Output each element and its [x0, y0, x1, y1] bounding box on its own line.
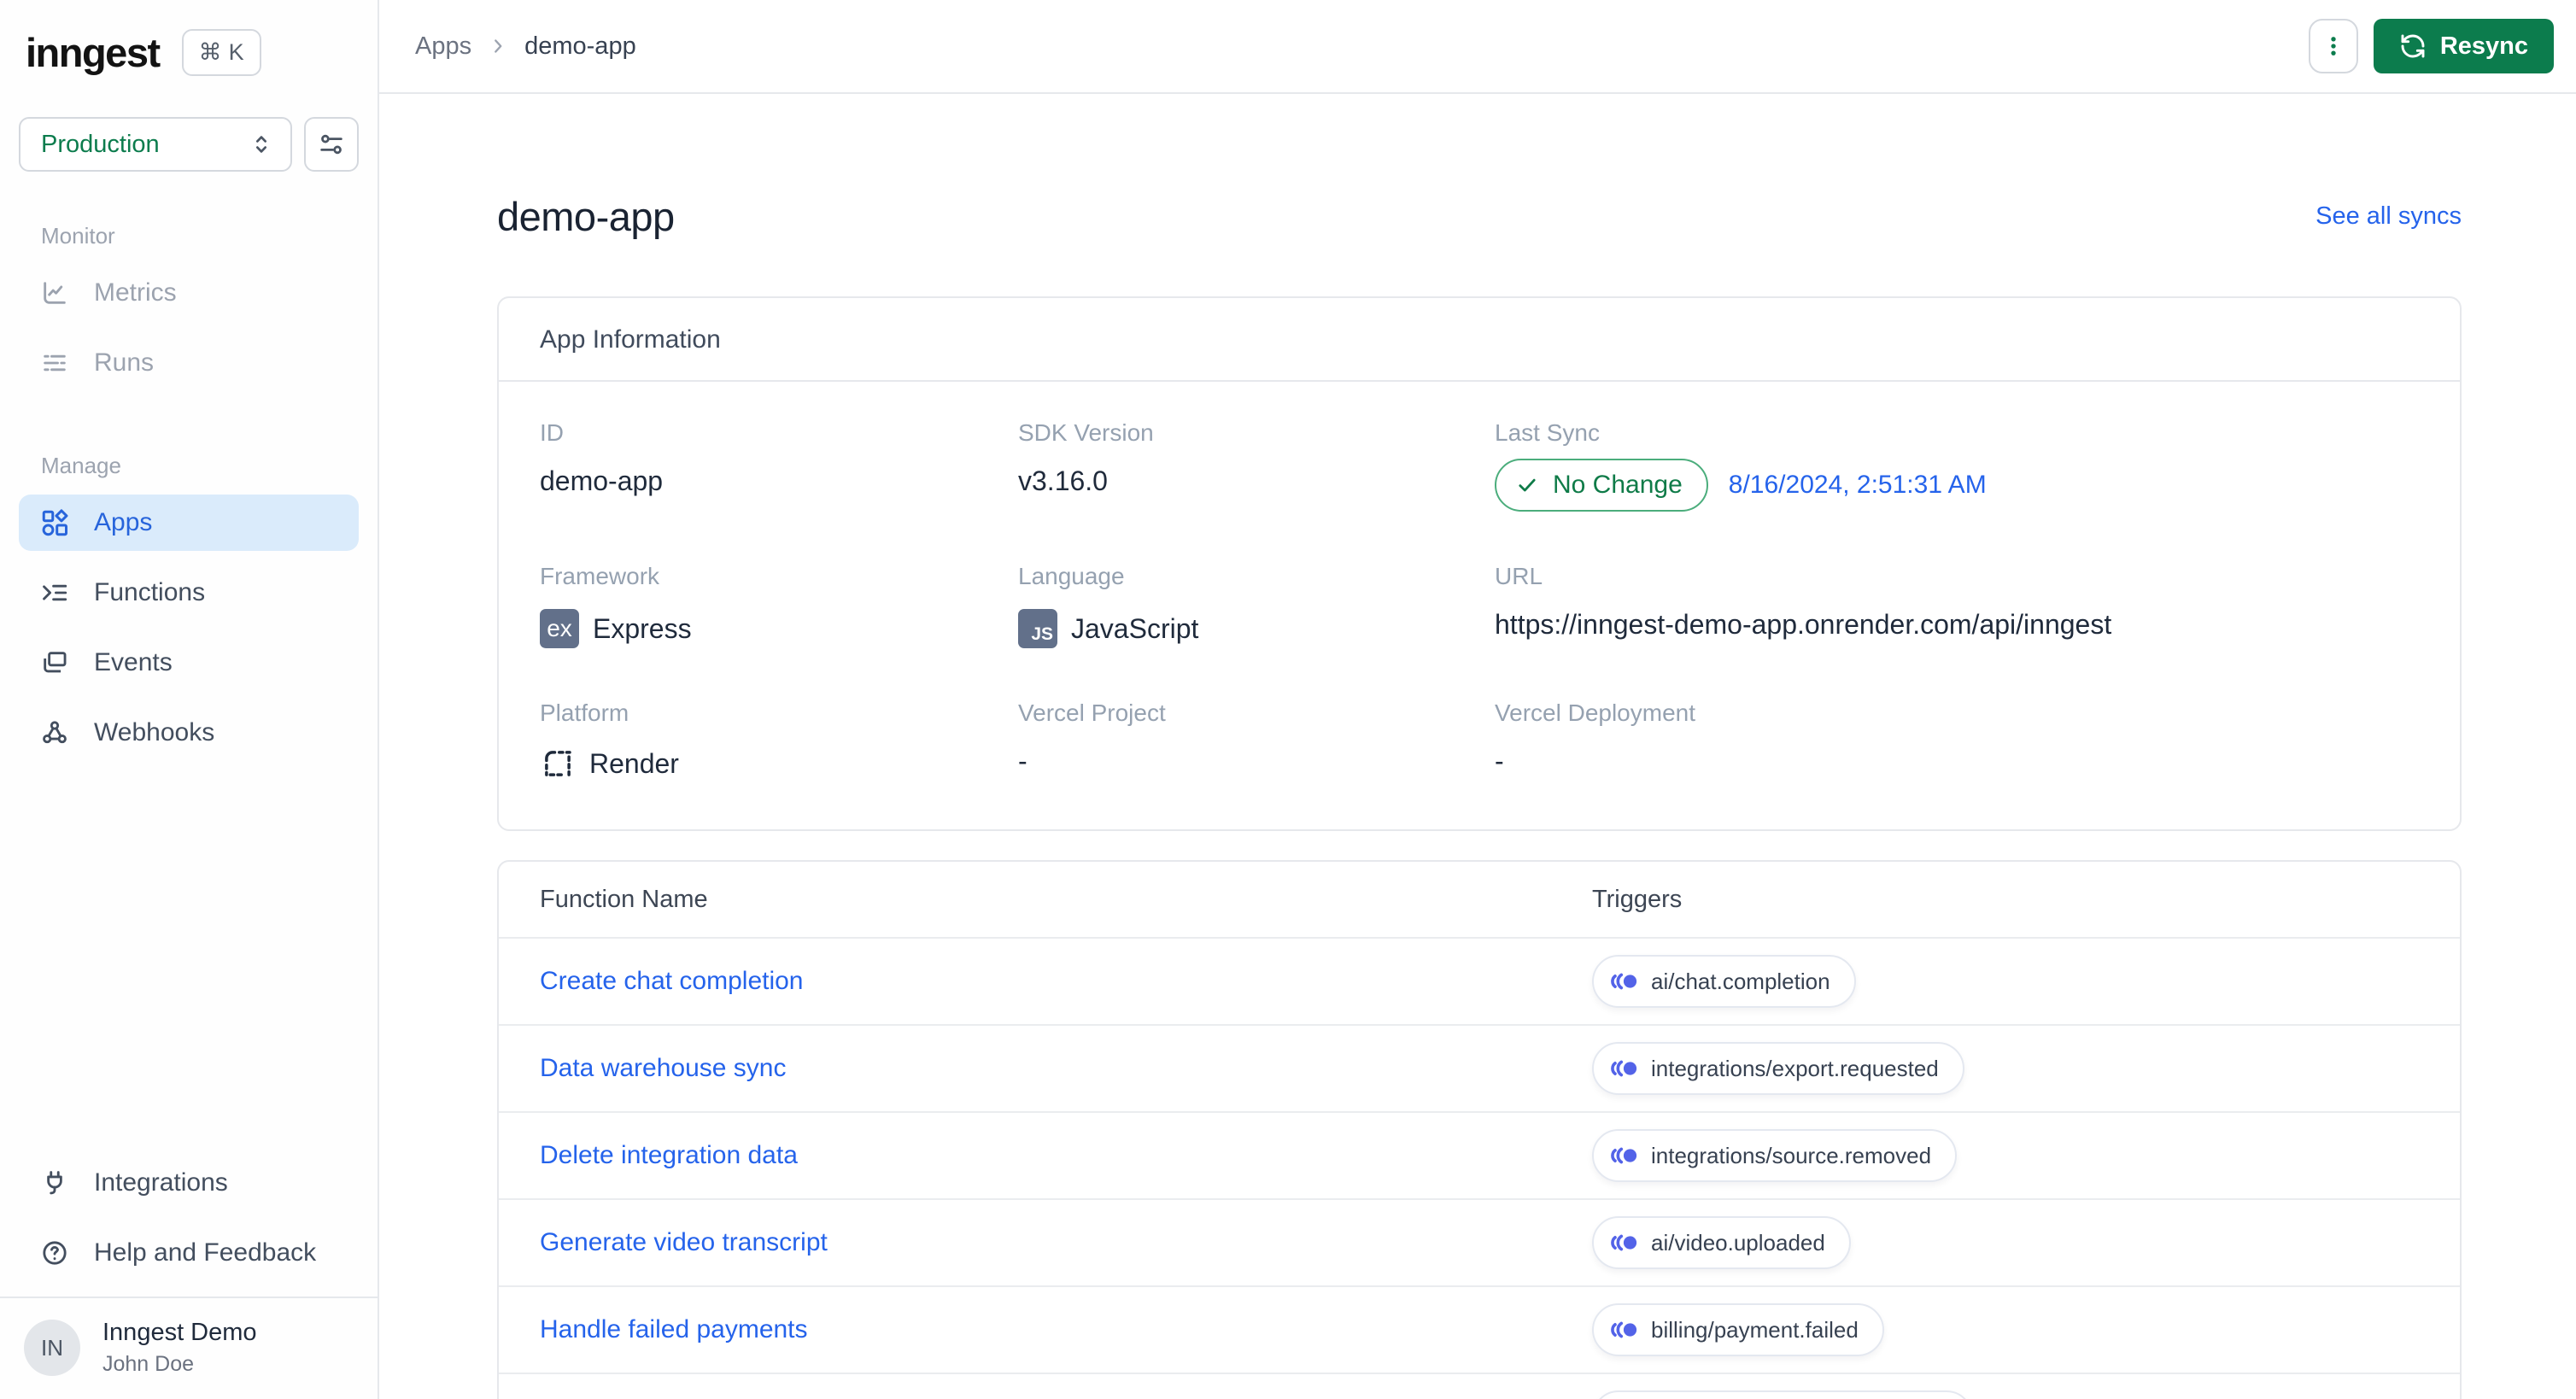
last-sync-date-link[interactable]: 8/16/2024, 2:51:31 AM: [1729, 471, 1987, 500]
page-title: demo-app: [497, 194, 675, 239]
field-url: URL https://inngest-demo-app.onrender.co…: [1495, 563, 2112, 640]
content-scroll-area[interactable]: demo-app See all syncs App Information I…: [379, 94, 2576, 1399]
event-trigger-icon: [1611, 1060, 1637, 1077]
main-area: Apps demo-app Resync demo-app See all sy…: [379, 0, 2576, 1399]
sidebar-item-integrations[interactable]: Integrations: [19, 1155, 359, 1211]
sidebar-item-runs[interactable]: Runs: [19, 335, 359, 391]
trigger-badge: integrations/export.requested: [1592, 1042, 1964, 1095]
runs-list-icon: [39, 348, 70, 378]
column-function-name: Function Name: [540, 885, 708, 913]
app-information-title: App Information: [499, 298, 2460, 382]
sidebar-item-help[interactable]: Help and Feedback: [19, 1225, 359, 1281]
field-framework: Framework ex Express: [540, 563, 1018, 648]
trigger-badge: integrations/source.connected: [1592, 1390, 1973, 1399]
environment-value: Production: [41, 130, 160, 158]
field-platform: Platform Render: [540, 700, 1018, 781]
function-link[interactable]: Data warehouse sync: [540, 1054, 1592, 1083]
command-icon: ⌘: [198, 39, 222, 65]
event-trigger-icon: [1611, 1147, 1637, 1164]
event-trigger-icon: [1611, 1234, 1637, 1251]
sidebar: inngest ⌘ K Production Monitor Metrics R…: [0, 0, 379, 1399]
function-link[interactable]: Create chat completion: [540, 967, 1592, 996]
chevron-up-down-icon: [248, 131, 275, 158]
field-vercel-deployment: Vercel Deployment -: [1495, 700, 1696, 776]
express-icon: ex: [540, 609, 579, 648]
breadcrumb: Apps demo-app: [415, 32, 636, 61]
function-link[interactable]: Generate video transcript: [540, 1228, 1592, 1257]
command-k-shortcut[interactable]: ⌘ K: [181, 29, 261, 76]
table-row: Delete integration data integrations/sou…: [499, 1111, 2460, 1198]
user-menu[interactable]: IN Inngest Demo John Doe: [19, 1298, 359, 1399]
check-icon: [1515, 473, 1539, 497]
field-vercel-project: Vercel Project -: [1018, 700, 1166, 776]
functions-table-header: Function Name Triggers: [499, 862, 2460, 937]
sidebar-item-webhooks[interactable]: Webhooks: [19, 705, 359, 761]
column-triggers: Triggers: [1592, 885, 1683, 913]
sidebar-section-monitor: Monitor: [41, 223, 115, 249]
sidebar-section-manage: Manage: [41, 453, 121, 478]
functions-icon: [39, 577, 70, 608]
field-sdk-version: SDK Version v3.16.0: [1018, 419, 1154, 496]
event-trigger-icon: [1611, 1321, 1637, 1338]
brand-row: inngest ⌘ K: [19, 29, 359, 76]
line-chart-icon: [39, 278, 70, 308]
topbar: Apps demo-app Resync: [379, 0, 2576, 94]
no-change-badge: No Change: [1495, 459, 1708, 512]
resync-icon: [2399, 32, 2427, 60]
trigger-badge: ai/video.uploaded: [1592, 1216, 1851, 1269]
javascript-icon: JS: [1018, 609, 1057, 648]
app-information-card: App Information ID demo-app SDK Version …: [497, 296, 2462, 831]
resync-button[interactable]: Resync: [2373, 19, 2554, 73]
user-name: John Doe: [102, 1352, 195, 1376]
sliders-icon: [317, 130, 346, 159]
breadcrumb-apps[interactable]: Apps: [415, 32, 471, 61]
table-row: Data warehouse sync integrations/export.…: [499, 1024, 2460, 1111]
table-row: Import data pipeline integrations/source…: [499, 1373, 2460, 1399]
sidebar-item-metrics[interactable]: Metrics: [19, 265, 359, 321]
trigger-badge: ai/chat.completion: [1592, 955, 1856, 1008]
apps-grid-icon: [39, 507, 70, 538]
environment-select[interactable]: Production: [19, 117, 292, 172]
sidebar-item-apps[interactable]: Apps: [19, 495, 359, 551]
trigger-badge: integrations/source.removed: [1592, 1129, 1958, 1182]
render-icon: [540, 746, 576, 781]
inngest-logo: inngest: [26, 30, 161, 75]
avatar: IN: [24, 1320, 80, 1376]
chevron-right-icon: [487, 35, 509, 57]
table-row: Create chat completion ai/chat.completio…: [499, 937, 2460, 1024]
function-link[interactable]: Handle failed payments: [540, 1315, 1592, 1344]
app-actions-menu-button[interactable]: [2308, 19, 2358, 73]
breadcrumb-current: demo-app: [524, 32, 636, 60]
environment-filter-button[interactable]: [304, 117, 359, 172]
field-id: ID demo-app: [540, 419, 664, 496]
kebab-icon: [2321, 33, 2345, 59]
field-last-sync: Last Sync No Change 8/16/2024, 2:51:31 A…: [1495, 419, 2419, 512]
help-circle-icon: [39, 1238, 70, 1268]
field-language: Language JS JavaScript: [1018, 563, 1495, 648]
table-row: Handle failed payments billing/payment.f…: [499, 1285, 2460, 1373]
user-org: Inngest Demo: [102, 1319, 257, 1346]
webhook-icon: [39, 717, 70, 748]
table-row: Generate video transcript ai/video.uploa…: [499, 1198, 2460, 1285]
plug-icon: [39, 1168, 70, 1198]
functions-table-card: Function Name Triggers Create chat compl…: [497, 860, 2462, 1399]
sidebar-item-events[interactable]: Events: [19, 635, 359, 691]
see-all-syncs-link[interactable]: See all syncs: [2315, 202, 2462, 231]
event-trigger-icon: [1611, 973, 1637, 990]
trigger-badge: billing/payment.failed: [1592, 1303, 1884, 1356]
events-windows-icon: [39, 647, 70, 678]
sidebar-item-functions[interactable]: Functions: [19, 565, 359, 621]
function-link[interactable]: Delete integration data: [540, 1141, 1592, 1170]
